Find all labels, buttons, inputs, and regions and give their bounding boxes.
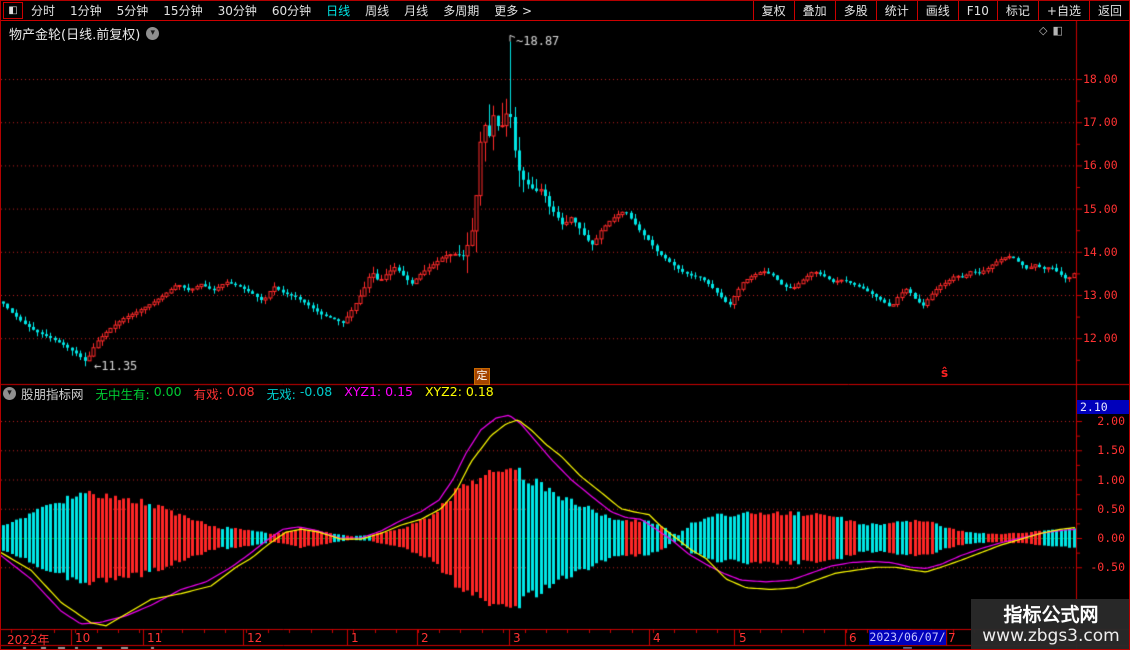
chevron-circle-icon[interactable]: ▾ — [3, 387, 16, 400]
indicator-axis-label: 1.00 — [1097, 472, 1125, 487]
x-axis-label: 7 — [948, 631, 956, 645]
indicator-field-label: 无中生有: — [95, 387, 150, 402]
action-button[interactable]: 标记 — [996, 1, 1038, 20]
sell-marker: ŝ — [941, 366, 949, 380]
x-axis-label: 2 — [421, 631, 429, 645]
indicator-axis-label: 1.50 — [1097, 443, 1125, 458]
indicator-field-value: 0.00 — [153, 384, 182, 399]
chevron-down-icon[interactable]: ▾ — [146, 27, 160, 40]
action-buttons: 复权 叠加 多股 统计 画线 F10 标记 +自选 返回 — [752, 1, 1129, 20]
split-view-icon[interactable]: ◧ — [1052, 24, 1062, 37]
indicator-field: 无戏: -0.08 — [267, 384, 333, 403]
action-button[interactable]: 返回 — [1088, 1, 1129, 20]
trading-app-window: ◧ 分时 1分钟 5分钟 15分钟 30分钟 60分钟 日线 周线 月线 多周期 更多 > 复权 叠加… — [0, 0, 1130, 650]
x-axis-label: 6 — [849, 631, 857, 645]
period-button[interactable]: 月线 — [404, 2, 428, 19]
action-button[interactable]: 叠加 — [793, 1, 835, 20]
period-button[interactable]: 15分钟 — [163, 2, 202, 19]
indicator-header: ▾ 股朋指标网 无中生有: 0.00 有戏: 0.08 无戏: -0.08 XYZ1: 0.1… — [3, 384, 494, 403]
price-axis-label: 13.00 — [1083, 288, 1118, 302]
price-axis-label: 12.00 — [1083, 331, 1118, 346]
x-axis-label: 10 — [75, 631, 91, 645]
action-button[interactable]: 复权 — [752, 1, 794, 20]
x-axis-label: 4 — [653, 631, 661, 645]
x-axis-label: 3 — [513, 631, 521, 645]
period-button[interactable]: 周线 — [365, 2, 389, 19]
action-button[interactable]: 画线 — [916, 1, 958, 20]
indicator-axis-label: 2.00 — [1097, 414, 1125, 428]
indicator-field-label: 有戏: — [193, 387, 223, 402]
indicator-field: 有戏: 0.08 — [194, 384, 255, 403]
x-axis-label: 11 — [147, 631, 163, 645]
watermark-url: www.zbgs3.com — [982, 626, 1120, 646]
indicator-field-value: 0.18 — [465, 384, 494, 399]
period-button[interactable]: 5分钟 — [117, 2, 149, 19]
action-button[interactable]: 统计 — [875, 1, 917, 20]
top-toolbar: ◧ 分时 1分钟 5分钟 15分钟 30分钟 60分钟 日线 周线 月线 多周期 更多 > 复权 叠加… — [1, 1, 1129, 21]
indicator-source-label: 股朋指标网 — [21, 387, 84, 402]
window-split-icon[interactable]: ◧ — [3, 2, 23, 19]
period-button[interactable]: 30分钟 — [218, 2, 257, 19]
period-buttons: 分时 1分钟 5分钟 15分钟 30分钟 60分钟 日线 周线 月线 多周期 更多 > — [31, 2, 532, 19]
period-button[interactable]: 分时 — [31, 2, 55, 19]
indicator-values: 无中生有: 0.00 有戏: 0.08 无戏: -0.08 XYZ1: 0.15 XYZ2: 0.… — [96, 384, 494, 403]
period-button[interactable]: 1分钟 — [70, 2, 102, 19]
period-button[interactable]: 日线 — [326, 2, 350, 19]
indicator-field: 无中生有: 0.00 — [96, 384, 182, 403]
indicator-field-value: 0.15 — [385, 384, 413, 399]
diamond-icon[interactable]: ◇ — [1039, 24, 1047, 37]
indicator-field-value: 0.08 — [226, 384, 255, 399]
indicator-max-badge: 2.10 — [1077, 400, 1129, 414]
x-axis-label: 2022年 — [7, 633, 50, 647]
period-button[interactable]: 多周期 — [443, 2, 479, 19]
price-axis-label: 18.00 — [1083, 72, 1118, 86]
period-button[interactable]: 更多 > — [494, 2, 532, 19]
action-button[interactable]: F10 — [957, 1, 997, 20]
current-date-badge: 2023/06/07/三 — [869, 630, 946, 649]
x-axis-label: 5 — [739, 631, 747, 645]
indicator-field-label: 无戏: — [266, 387, 296, 402]
indicator-field-label: XYZ1: — [344, 384, 382, 399]
chart-canvas[interactable] — [1, 21, 1129, 649]
action-button[interactable]: +自选 — [1037, 1, 1089, 20]
indicator-field-label: XYZ2: — [424, 384, 462, 399]
price-axis-label: 15.00 — [1083, 201, 1118, 216]
indicator-axis-label: -0.50 — [1090, 560, 1125, 575]
x-axis-label: 1 — [351, 631, 359, 645]
x-axis-label: 12 — [247, 631, 263, 645]
chart-corner-icons: ◇ ◧ — [1039, 24, 1063, 37]
indicator-field-value: -0.08 — [299, 384, 333, 399]
indicator-field: XYZ2: 0.18 — [425, 384, 494, 403]
ding-marker: 定 — [474, 368, 490, 385]
indicator-axis-label: 0.50 — [1097, 501, 1125, 516]
indicator-source: ▾ 股朋指标网 — [3, 384, 84, 403]
watermark-title: 指标公式网 — [1003, 604, 1099, 626]
indicator-axis-label: 0.00 — [1097, 531, 1125, 545]
page-title: 物产金轮(日线.前复权) — [9, 28, 141, 43]
watermark: 指标公式网 www.zbgs3.com — [971, 599, 1129, 649]
price-axis-label: 14.00 — [1083, 244, 1118, 259]
price-axis-label: 16.00 — [1083, 158, 1118, 173]
indicator-field: XYZ1: 0.15 — [344, 384, 413, 403]
price-axis-label: 17.00 — [1083, 115, 1118, 130]
period-button[interactable]: 60分钟 — [272, 2, 311, 19]
action-button[interactable]: 多股 — [834, 1, 876, 20]
chart-title-bar: 物产金轮(日线.前复权) ▾ — [9, 24, 160, 43]
